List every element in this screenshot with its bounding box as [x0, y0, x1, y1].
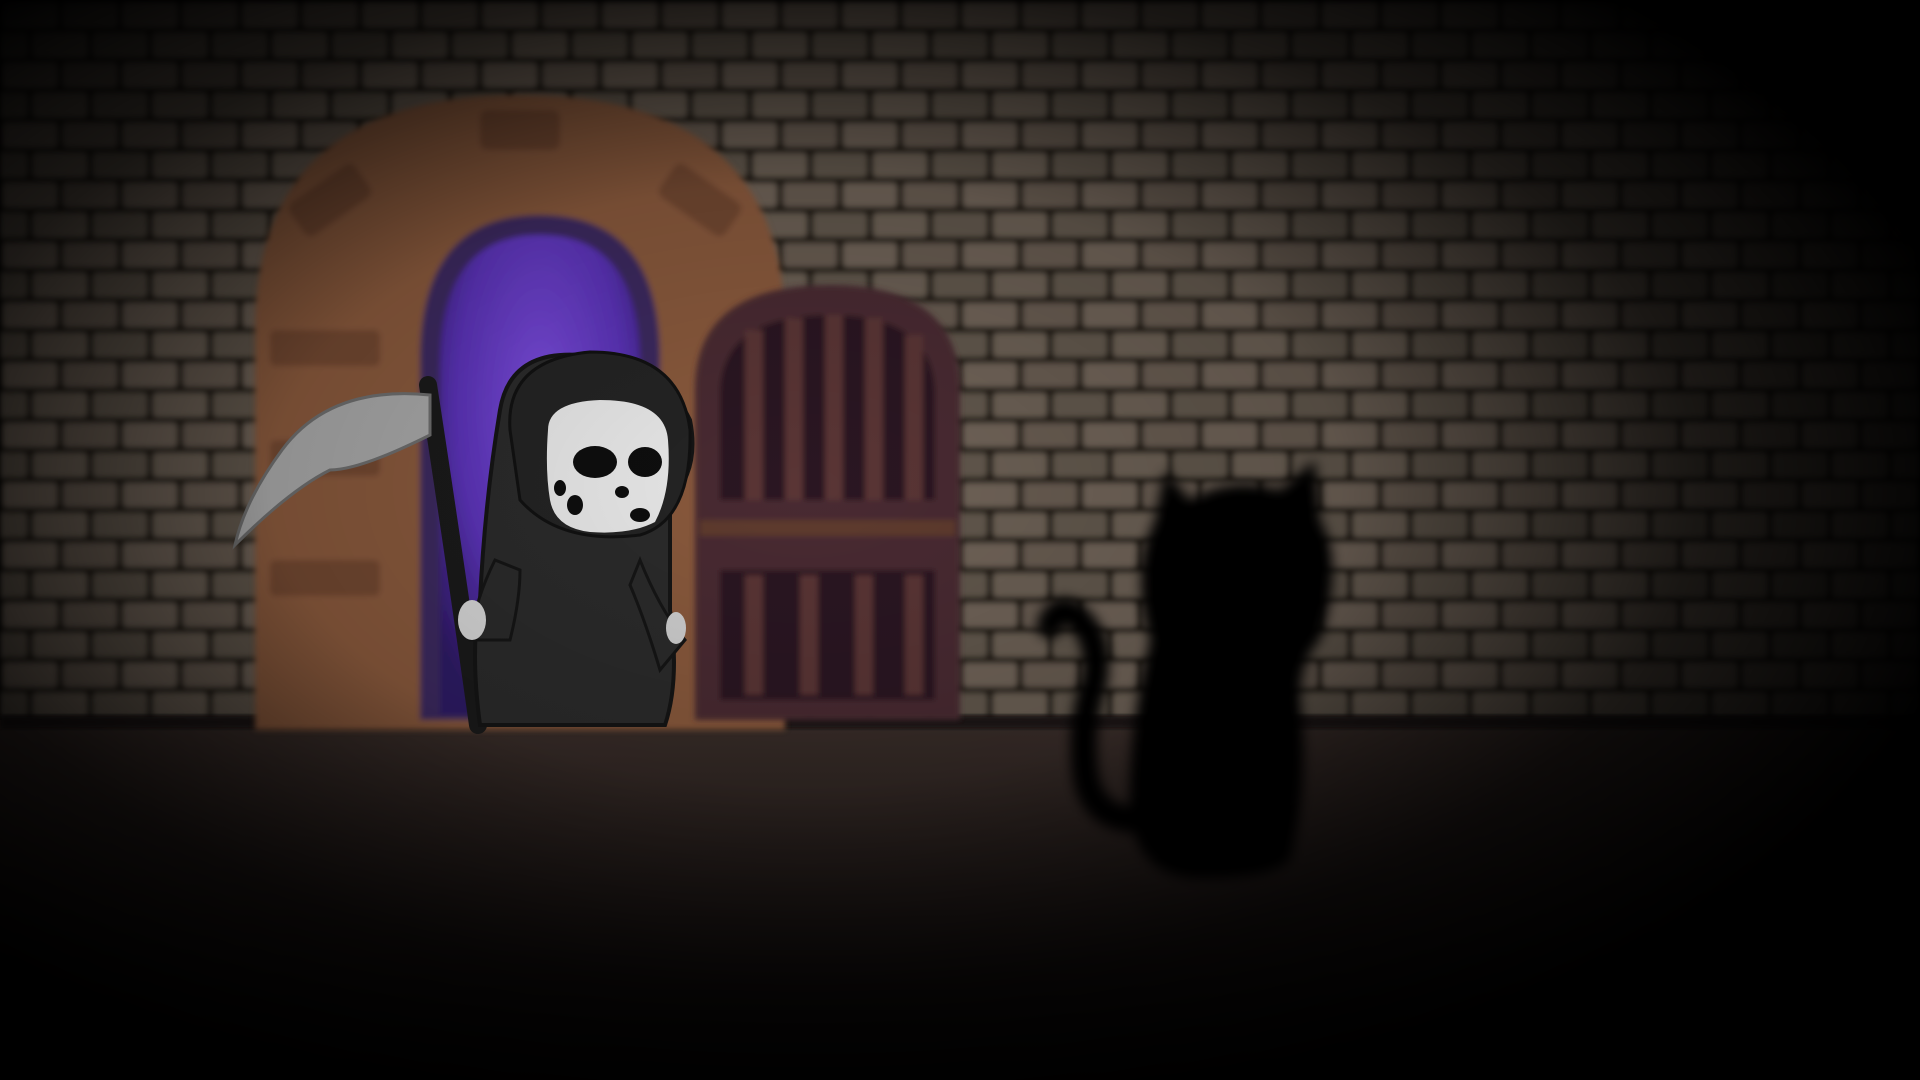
darkness-vignette [0, 0, 1920, 1080]
scene-canvas [0, 0, 1920, 1080]
game-scene [0, 0, 1920, 1080]
